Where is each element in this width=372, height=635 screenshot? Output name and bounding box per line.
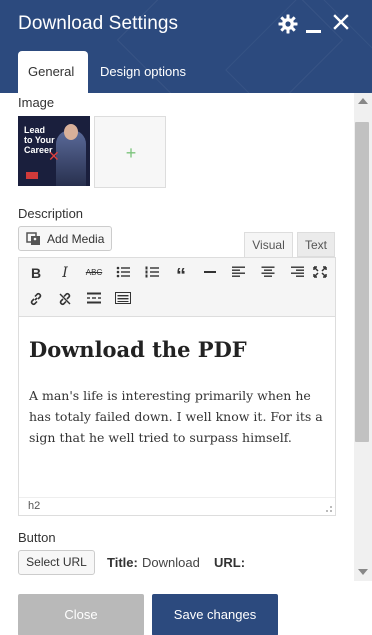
thumbnail-head — [64, 124, 78, 140]
thumbnail-badge — [26, 172, 38, 179]
editor-statusbar: h2 — [19, 497, 335, 515]
editor-content-area[interactable]: Download the PDF A man's life is interes… — [19, 317, 335, 497]
add-media-label: Add Media — [47, 232, 105, 246]
image-label: Image — [18, 95, 55, 110]
close-icon[interactable] — [332, 13, 350, 36]
scroll-up-icon[interactable] — [358, 98, 368, 104]
bullet-list-icon[interactable] — [112, 262, 134, 284]
editor-toolbar: B I ABC “ — [19, 258, 335, 317]
align-right-icon[interactable] — [286, 262, 308, 284]
horizontal-line-icon[interactable] — [199, 262, 221, 284]
tab-visual[interactable]: Visual — [244, 232, 293, 257]
select-url-button[interactable]: Select URL — [18, 550, 95, 575]
link-icon[interactable] — [25, 288, 47, 310]
modal-body: Image Lead to Your Career ✕ + Description … — [0, 93, 354, 581]
element-path[interactable]: h2 — [28, 500, 40, 512]
modal-title: Download Settings — [18, 13, 179, 34]
tab-text[interactable]: Text — [297, 232, 335, 257]
close-button[interactable]: Close — [18, 594, 144, 635]
save-changes-button[interactable]: Save changes — [152, 594, 278, 635]
align-left-icon[interactable] — [228, 262, 250, 284]
scrollbar-thumb[interactable] — [355, 122, 369, 442]
remove-image-icon[interactable]: ✕ — [48, 148, 60, 165]
description-label: Description — [18, 206, 84, 221]
blockquote-icon[interactable]: “ — [170, 262, 192, 287]
button-label: Button — [18, 530, 56, 545]
gear-icon[interactable] — [278, 14, 298, 39]
scroll-down-icon[interactable] — [358, 569, 368, 575]
rich-text-editor: B I ABC “ Download the PDF A man's life … — [18, 257, 336, 516]
title-field-value: Download — [142, 555, 200, 570]
url-field-label: URL: — [214, 555, 246, 570]
italic-icon[interactable]: I — [54, 262, 76, 284]
plus-icon: + — [125, 143, 137, 163]
add-media-button[interactable]: Add Media — [18, 226, 112, 251]
tab-general[interactable]: General — [18, 51, 88, 93]
minimize-icon[interactable] — [306, 30, 321, 33]
read-more-icon[interactable] — [83, 288, 105, 310]
modal-header: Download Settings General Design options — [0, 0, 372, 93]
tab-design-options[interactable]: Design options — [90, 51, 196, 93]
align-center-icon[interactable] — [257, 262, 279, 284]
resize-handle-icon[interactable] — [326, 506, 332, 512]
title-field-label: Title: — [107, 555, 138, 570]
strikethrough-icon[interactable]: ABC — [83, 262, 105, 284]
modal-footer: Close Save changes — [0, 581, 372, 635]
media-icon — [26, 232, 42, 249]
numbered-list-icon[interactable] — [141, 262, 163, 284]
bold-icon[interactable]: B — [25, 262, 47, 284]
content-heading: Download the PDF — [29, 337, 247, 362]
image-thumbnail[interactable]: Lead to Your Career ✕ — [18, 116, 90, 186]
content-paragraph: A man's life is interesting primarily wh… — [29, 388, 323, 445]
add-image-button[interactable]: + — [94, 116, 166, 188]
toolbar-toggle-icon[interactable] — [112, 288, 134, 310]
unlink-icon[interactable] — [54, 288, 76, 310]
fullscreen-icon[interactable] — [309, 262, 331, 284]
